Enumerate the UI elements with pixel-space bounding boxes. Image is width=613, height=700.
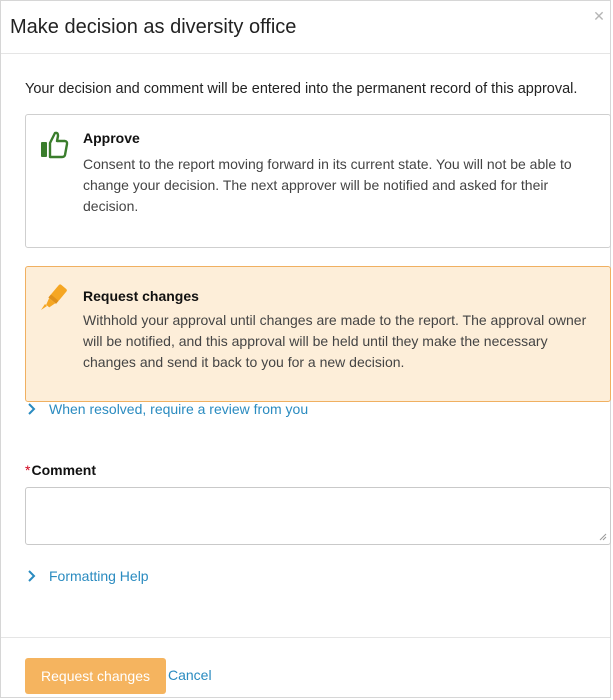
request-changes-option[interactable]: Request changes Withhold your approval u… bbox=[25, 266, 611, 402]
request-changes-button[interactable]: Request changes bbox=[25, 658, 166, 694]
comment-field[interactable] bbox=[25, 487, 611, 545]
chevron-right-icon bbox=[28, 570, 36, 582]
approve-description: Consent to the report moving forward in … bbox=[83, 156, 572, 214]
review-toggle-link[interactable]: When resolved, require a review from you bbox=[27, 401, 308, 417]
thumbs-up-icon bbox=[41, 131, 69, 159]
formatting-help-label: Formatting Help bbox=[49, 568, 149, 584]
cancel-link[interactable]: Cancel bbox=[168, 667, 212, 683]
chevron-right-icon bbox=[28, 403, 36, 415]
request-changes-title: Request changes bbox=[83, 288, 199, 304]
intro-text: Your decision and comment will be entere… bbox=[25, 81, 578, 97]
dialog-title: Make decision as diversity office bbox=[10, 15, 297, 38]
decision-dialog: Make decision as diversity office ✕ Your… bbox=[0, 0, 611, 698]
review-toggle-label: When resolved, require a review from you bbox=[49, 401, 309, 417]
resize-handle-icon[interactable] bbox=[599, 533, 607, 541]
highlighter-icon bbox=[41, 284, 67, 310]
approve-title: Approve bbox=[83, 130, 140, 146]
dialog-header: Make decision as diversity office ✕ bbox=[1, 1, 610, 54]
comment-label: *Comment bbox=[25, 462, 96, 478]
comment-label-text: Comment bbox=[31, 462, 97, 478]
required-mark: * bbox=[25, 462, 31, 478]
approve-option[interactable]: Approve Consent to the report moving for… bbox=[25, 114, 611, 248]
formatting-help-link[interactable]: Formatting Help bbox=[27, 568, 149, 584]
close-icon[interactable]: ✕ bbox=[592, 9, 606, 23]
request-changes-description: Withhold your approval until changes are… bbox=[83, 312, 587, 370]
dialog-footer: Request changes Cancel bbox=[1, 637, 610, 700]
